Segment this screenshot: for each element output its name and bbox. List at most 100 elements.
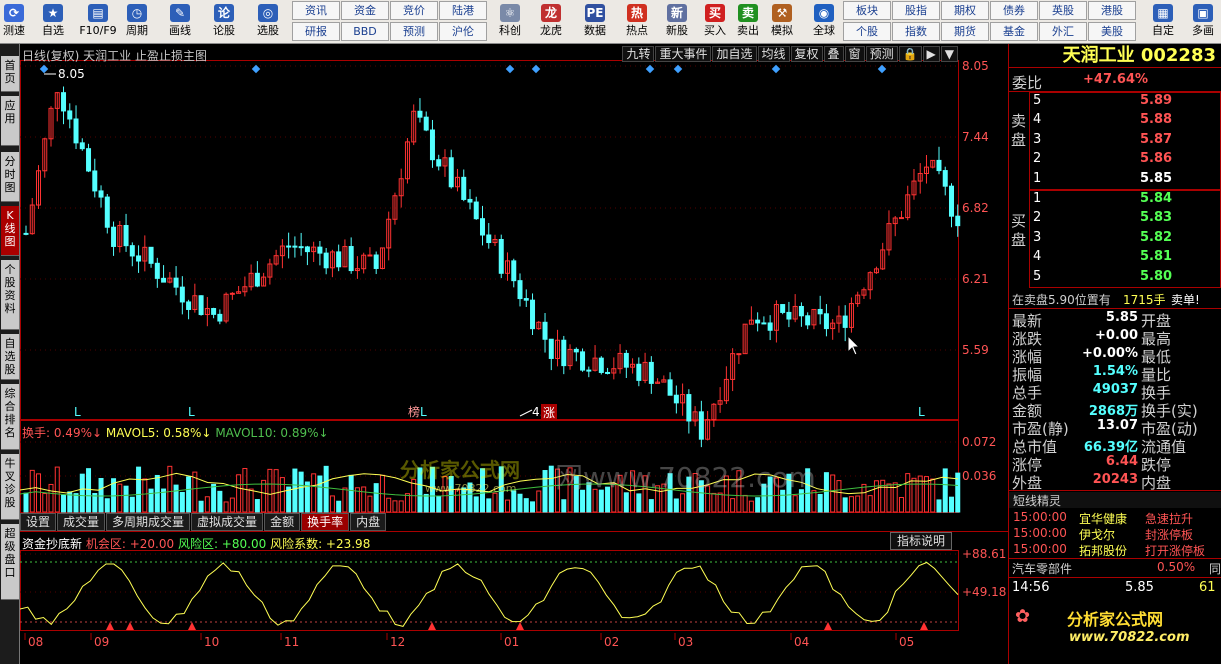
toolbar-cell[interactable]: BBD xyxy=(341,22,389,41)
kline-tool-3[interactable]: 均线 xyxy=(757,46,790,62)
sell-level-price: 5.88 xyxy=(1140,112,1173,128)
volume-bar xyxy=(54,466,60,513)
left-nav-item-3[interactable]: K线图 xyxy=(1,206,19,256)
sell-level[interactable]: 2 5.86 xyxy=(1030,151,1220,170)
chart-area[interactable]: 8.05 7.44 6.82 6.21 5.59 0.072 0.036 +88.61 +49.… xyxy=(20,44,1008,664)
toolbar-cell[interactable]: 陆港 xyxy=(439,1,487,20)
sell-level[interactable]: 1 5.85 xyxy=(1030,171,1220,190)
toolbar-cell[interactable]: 竞价 xyxy=(390,1,438,20)
sell-level[interactable]: 3 5.87 xyxy=(1030,132,1220,151)
toolbar-button-5[interactable]: 论论股 xyxy=(204,2,244,42)
dropdown-icon[interactable]: ▼ xyxy=(940,46,958,62)
toolbar-button-9[interactable]: PE 数据 xyxy=(576,2,614,42)
watermark-text: 网www.70822.com xyxy=(555,461,816,494)
indicator-tab-2[interactable]: 多周期成交量 xyxy=(106,513,191,531)
toolbar-cell[interactable]: 资金 xyxy=(341,1,389,20)
toolbar-cell[interactable]: 股指 xyxy=(892,1,940,20)
kline-tool-0[interactable]: 九转 xyxy=(622,46,655,62)
left-nav-item-0[interactable]: 首页 xyxy=(1,56,19,92)
toolbar-button-12[interactable]: 买买入 xyxy=(699,2,731,42)
toolbar-cell[interactable]: 个股 xyxy=(843,22,891,41)
toolbar-button-7[interactable]: ⚛ 科创 xyxy=(492,2,528,42)
volume-bar xyxy=(23,492,29,513)
fengxian-value: 风险区: +80.00 xyxy=(177,537,267,551)
toolbar-button-1[interactable]: ★ 自选 xyxy=(33,2,73,42)
indicator-tab-0[interactable]: 设置 xyxy=(20,513,57,531)
weibi-label: 委比 xyxy=(1012,74,1043,92)
toolbar-cell[interactable]: 基金 xyxy=(990,22,1038,41)
buy-level-num: 1 xyxy=(1033,191,1042,206)
month-label: 02 xyxy=(604,635,619,649)
kline-chart[interactable]: 8.05 7.44 6.82 6.21 5.59 0.072 0.036 +88.61 +49.… xyxy=(20,44,1008,664)
toolbar-button-16[interactable]: ▦ 自定 xyxy=(1143,2,1183,42)
indicator-tab-1[interactable]: 成交量 xyxy=(57,513,106,531)
candle-body xyxy=(161,277,167,283)
candle-body xyxy=(580,351,586,371)
toolbar-cell[interactable]: 研报 xyxy=(292,22,340,41)
indicator-tab-6[interactable]: 内盘 xyxy=(350,513,387,531)
indicator-tab-5[interactable]: 换手率 xyxy=(301,513,350,531)
sell-level[interactable]: 4 5.88 xyxy=(1030,112,1220,131)
toolbar-cell[interactable]: 外汇 xyxy=(1039,22,1087,41)
buy-level[interactable]: 4 5.81 xyxy=(1030,249,1220,268)
toolbar-button-8[interactable]: 龙龙虎 xyxy=(532,2,570,42)
toolbar-button-3[interactable]: ◷ 周期 xyxy=(117,2,157,42)
notice-volume: 1715手 xyxy=(1123,293,1166,307)
toolbar-button-4[interactable]: ✎ 画线 xyxy=(160,2,200,42)
toolbar-button-14[interactable]: ⚒ 模拟 xyxy=(764,2,800,42)
toolbar-button-10[interactable]: 热热点 xyxy=(619,2,655,42)
left-nav-item-6[interactable]: 综合排名 xyxy=(1,384,19,450)
toolbar-cell[interactable]: 预测 xyxy=(390,22,438,41)
volume-bar xyxy=(823,472,829,513)
candle-body xyxy=(755,319,761,324)
elves-header[interactable]: 短线精灵 xyxy=(1009,492,1221,508)
buy-level[interactable]: 2 5.83 xyxy=(1030,210,1220,229)
left-nav-item-5[interactable]: 自选股 xyxy=(1,334,19,380)
lock-icon[interactable]: 🔒 xyxy=(898,46,922,62)
toolbar-cell[interactable]: 指数 xyxy=(892,22,940,41)
sector-row[interactable]: 汽车零部件 0.50% 同 xyxy=(1009,560,1221,578)
candle-body xyxy=(530,299,536,330)
kline-tool-5[interactable]: 叠 xyxy=(823,46,844,62)
sell-level-num: 1 xyxy=(1033,170,1042,186)
toolbar-button-11[interactable]: 新新股 xyxy=(659,2,695,42)
kline-tool-4[interactable]: 复权 xyxy=(790,46,823,62)
sell-level[interactable]: 5 5.89 xyxy=(1030,93,1220,112)
toolbar-cell[interactable]: 港股 xyxy=(1088,1,1136,20)
buy-level[interactable]: 1 5.84 xyxy=(1030,191,1220,210)
left-nav-item-7[interactable]: 牛叉诊股 xyxy=(1,454,19,520)
kline-tool-1[interactable]: 重大事件 xyxy=(655,46,712,62)
left-nav-item-4[interactable]: 个股资料 xyxy=(1,260,19,330)
buy-level[interactable]: 3 5.82 xyxy=(1030,230,1220,249)
toolbar-cell[interactable]: 沪伦 xyxy=(439,22,487,41)
kline-tool-6[interactable]: 窗 xyxy=(844,46,865,62)
toolbar-button-0[interactable]: ⟳ 测速 xyxy=(0,2,28,42)
discuss-icon: 论 xyxy=(214,4,234,22)
candle-body xyxy=(436,159,442,167)
kline-tool-2[interactable]: 加自选 xyxy=(712,46,757,62)
play-icon[interactable]: ▶ xyxy=(922,46,940,62)
toolbar-cell[interactable]: 美股 xyxy=(1088,22,1136,41)
toolbar-button-label: 周期 xyxy=(126,24,148,37)
toolbar-button-2[interactable]: ▤ F10/F9 xyxy=(78,2,118,42)
indicator-help-button[interactable]: 指标说明 xyxy=(890,532,953,550)
toolbar-button-17[interactable]: ▣ 多画 xyxy=(1186,2,1220,42)
toolbar-cell[interactable]: 英股 xyxy=(1039,1,1087,20)
toolbar-cell[interactable]: 期权 xyxy=(941,1,989,20)
volume-bar xyxy=(204,496,210,513)
toolbar-cell[interactable]: 期货 xyxy=(941,22,989,41)
toolbar-button-13[interactable]: 卖卖出 xyxy=(733,2,763,42)
left-nav-item-8[interactable]: 超级盘口 xyxy=(1,524,19,600)
toolbar-button-6[interactable]: ◎ 选股 xyxy=(248,2,288,42)
candle-body xyxy=(673,394,679,404)
toolbar-cell[interactable]: 债券 xyxy=(990,1,1038,20)
indicator-tab-3[interactable]: 虚拟成交量 xyxy=(191,513,264,531)
left-nav-item-2[interactable]: 分时图 xyxy=(1,152,19,202)
toolbar-cell[interactable]: 板块 xyxy=(843,1,891,20)
kline-tool-7[interactable]: 预测 xyxy=(865,46,898,62)
left-nav-item-1[interactable]: 应用 xyxy=(1,96,19,146)
buy-level[interactable]: 5 5.80 xyxy=(1030,269,1220,288)
indicator-tab-4[interactable]: 金额 xyxy=(264,513,301,531)
toolbar-button-15[interactable]: ◉ 全球 xyxy=(804,2,844,42)
toolbar-cell[interactable]: 资讯 xyxy=(292,1,340,20)
